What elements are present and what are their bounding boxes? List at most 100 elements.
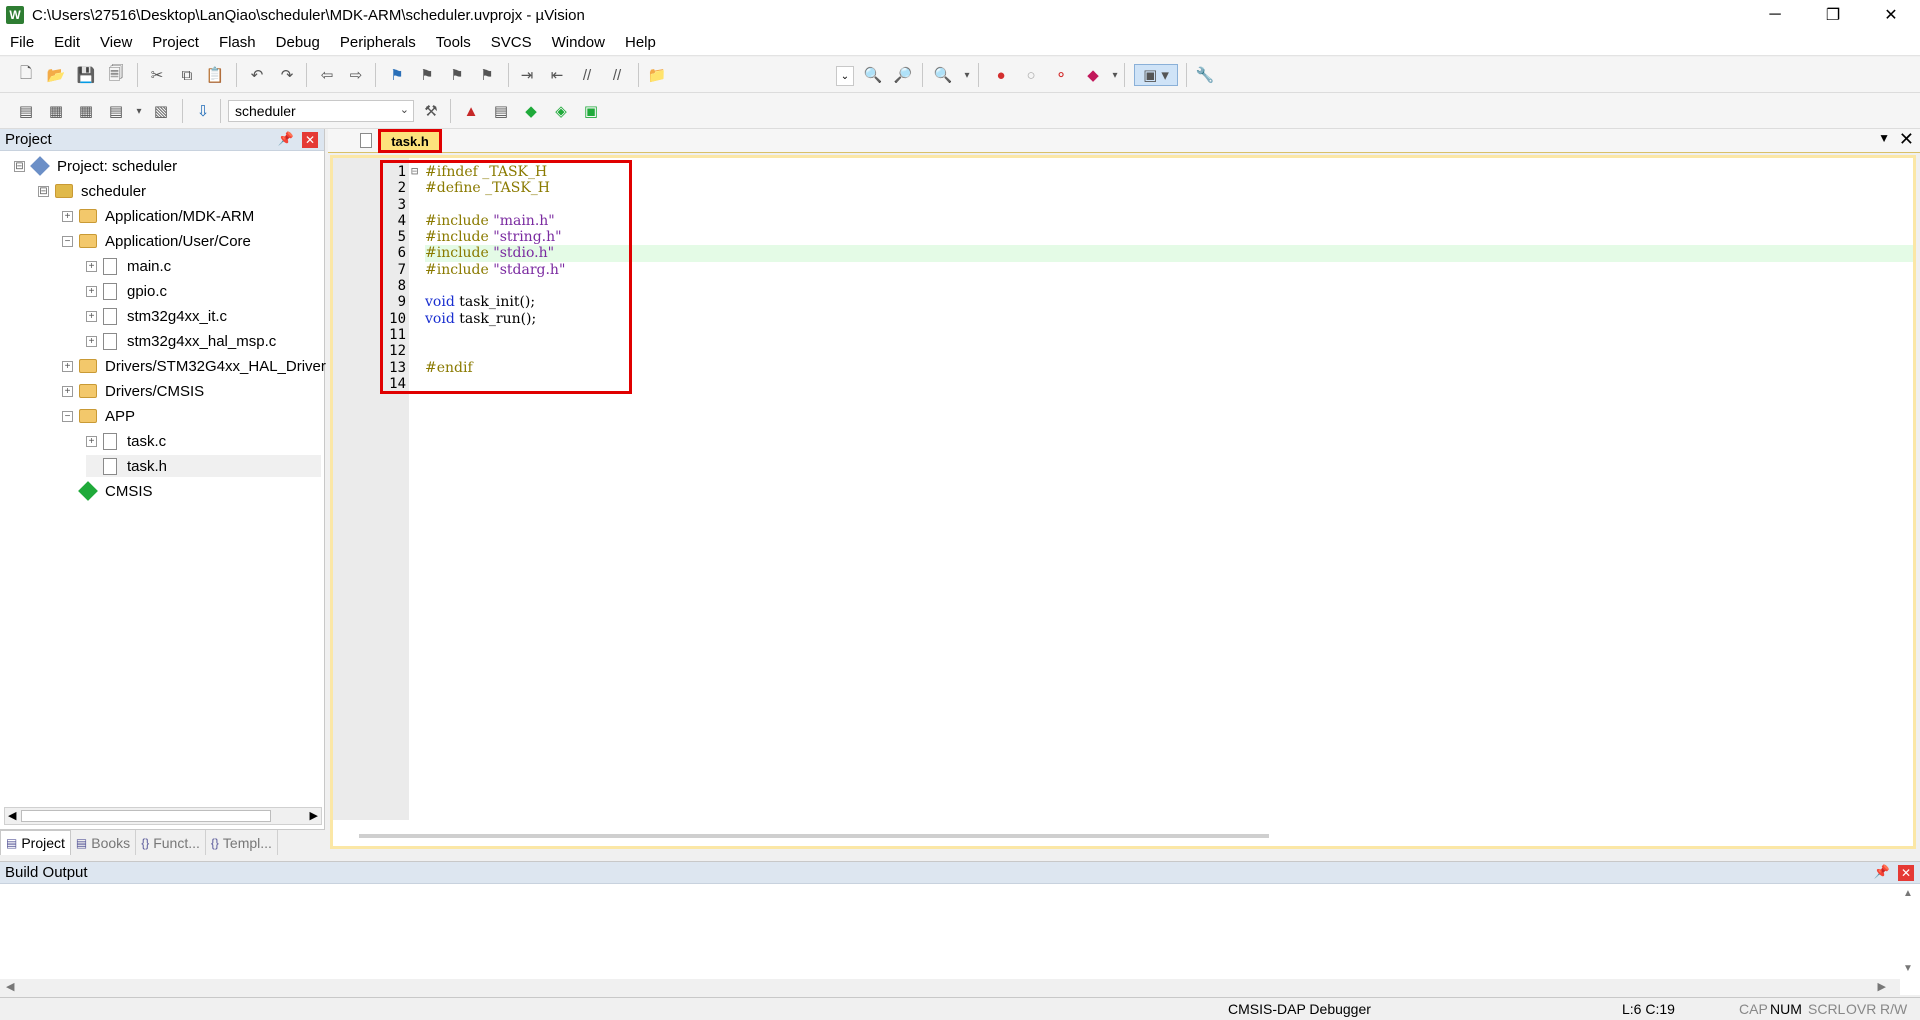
tree-item[interactable]: + Application/MDK-ARM — [62, 205, 254, 227]
scroll-left-icon[interactable]: ◀ — [6, 980, 14, 993]
code-line[interactable] — [425, 327, 1913, 343]
bookmark-icon[interactable]: ⚑ — [386, 64, 408, 86]
tree-item[interactable]: + main.c — [86, 255, 171, 277]
nav-back-icon[interactable]: ⇦ — [316, 64, 338, 86]
code-line[interactable]: #include "main.h" — [425, 213, 1913, 229]
breakpoint-icon[interactable]: ● — [990, 64, 1012, 86]
breakpoint-kill-icon[interactable]: ⚬ — [1050, 64, 1072, 86]
menu-item-view[interactable]: View — [90, 34, 142, 51]
fold-marker-icon[interactable]: ⊟ — [411, 164, 418, 178]
pack-installer-icon[interactable]: ◈ — [550, 100, 572, 122]
code-line[interactable] — [425, 376, 1913, 392]
find-combo-dropdown[interactable]: ⌄ — [836, 66, 854, 86]
tree-item[interactable]: + task.c — [86, 430, 166, 452]
code-line[interactable]: void task_run(); — [425, 311, 1913, 327]
code-line[interactable] — [425, 197, 1913, 213]
tab-books[interactable]: ▤ Books — [71, 830, 137, 855]
tree-item[interactable]: CMSIS — [62, 480, 153, 502]
find-icon[interactable]: 🔍 — [862, 64, 884, 86]
tree-item[interactable]: − Application/User/Core — [62, 230, 251, 252]
code-line[interactable] — [425, 343, 1913, 359]
pin-icon[interactable]: 📌 — [1874, 864, 1890, 880]
tree-expander-icon[interactable]: + — [86, 435, 97, 447]
comment-icon[interactable]: // — [576, 64, 598, 86]
scrollbar-thumb[interactable] — [21, 810, 271, 822]
tree-expander-icon[interactable]: + — [86, 335, 97, 347]
find-in-files-icon[interactable]: 📁 — [646, 64, 668, 86]
tab-templ[interactable]: {} Templ... — [206, 830, 278, 855]
pack-manager-icon[interactable]: ▣ — [580, 100, 602, 122]
menu-item-help[interactable]: Help — [615, 34, 666, 51]
tab-project[interactable]: ▤ Project — [0, 830, 71, 855]
maximize-button[interactable]: ❐ — [1804, 0, 1862, 30]
bookmark-prev-icon[interactable]: ⚑ — [416, 64, 438, 86]
breakpoint-options-icon[interactable]: ◆ — [1082, 64, 1104, 86]
download-icon[interactable]: ⇩ — [192, 100, 214, 122]
nav-forward-icon[interactable]: ⇨ — [345, 64, 367, 86]
tree-item[interactable]: + gpio.c — [86, 280, 167, 302]
close-tab-icon[interactable]: ✕ — [1899, 129, 1914, 150]
tree-item[interactable]: ⊟ Project: scheduler — [14, 155, 177, 177]
tree-expander-icon[interactable]: ⊟ — [38, 185, 49, 197]
pin-icon[interactable]: 📌 — [278, 131, 294, 147]
menu-item-svcs[interactable]: SVCS — [481, 34, 542, 51]
tree-expander-icon[interactable]: + — [86, 285, 97, 297]
open-file-icon[interactable]: 📂 — [45, 64, 67, 86]
menu-item-project[interactable]: Project — [142, 34, 209, 51]
indent-icon[interactable]: ⇥ — [516, 64, 538, 86]
code-line[interactable]: #include "stdarg.h" — [425, 262, 1913, 278]
bookmark-clear-icon[interactable]: ⚑ — [476, 64, 498, 86]
batch-build-icon[interactable]: ▤ — [105, 100, 127, 122]
build-output-hscrollbar[interactable]: ◀ ▶ — [0, 979, 1900, 995]
editor-tab-task-h[interactable]: task.h — [378, 129, 442, 153]
incremental-find-icon[interactable]: 🔎 — [892, 64, 914, 86]
tree-expander-icon[interactable]: + — [62, 210, 73, 222]
manage-rte-icon[interactable]: ▤ — [490, 100, 512, 122]
build-output-vscrollbar[interactable]: ▲ ▼ — [1900, 888, 1916, 974]
tree-item[interactable]: ⊟ scheduler — [38, 180, 146, 202]
tree-item[interactable]: + Drivers/CMSIS — [62, 380, 204, 402]
tree-item[interactable]: task.h — [86, 455, 321, 477]
scroll-right-icon[interactable]: ▶ — [1878, 980, 1886, 993]
tree-item[interactable]: + stm32g4xx_hal_msp.c — [86, 330, 276, 352]
minimize-button[interactable]: ─ — [1746, 0, 1804, 30]
select-packs-icon[interactable]: ◆ — [520, 100, 542, 122]
tree-item[interactable]: + Drivers/STM32G4xx_HAL_Driver — [62, 355, 326, 377]
menu-item-debug[interactable]: Debug — [266, 34, 330, 51]
tree-expander-icon[interactable]: + — [62, 360, 73, 372]
code-editor[interactable]: 1 2 3 4 5 6 7 8 9 10 11 12 13 14 ⊟ #ifndef _TASK_H #de… — [330, 155, 1916, 849]
code-line[interactable]: void task_init(); — [425, 294, 1913, 310]
scroll-right-icon[interactable]: ▶ — [310, 809, 318, 822]
close-icon[interactable]: ✕ — [302, 132, 318, 148]
copy-icon[interactable]: ⧉ — [176, 64, 198, 86]
tab-list-dropdown-icon[interactable]: ▼ — [1878, 131, 1890, 145]
redo-icon[interactable]: ↷ — [276, 64, 298, 86]
manage-components-icon[interactable]: ▲ — [460, 100, 482, 122]
menu-item-tools[interactable]: Tools — [426, 34, 481, 51]
tree-item[interactable]: + stm32g4xx_it.c — [86, 305, 227, 327]
code-line[interactable]: #include "string.h" — [425, 229, 1913, 245]
breakpoint-disable-icon[interactable]: ○ — [1020, 64, 1042, 86]
tree-expander-icon[interactable]: − — [62, 410, 73, 422]
tree-expander-icon[interactable]: + — [62, 385, 73, 397]
menu-item-peripherals[interactable]: Peripherals — [330, 34, 426, 51]
bookmark-next-icon[interactable]: ⚑ — [446, 64, 468, 86]
target-options-icon[interactable]: ⚒ — [420, 100, 442, 122]
batch-dropdown-icon[interactable]: ▾ — [128, 100, 150, 122]
cut-icon[interactable]: ✂ — [146, 64, 168, 86]
code-line[interactable]: #include "stdio.h" — [425, 245, 1913, 262]
target-select[interactable]: scheduler ⌄ — [228, 100, 414, 122]
code-line[interactable] — [425, 278, 1913, 294]
undo-icon[interactable]: ↶ — [246, 64, 268, 86]
breakpoint-dropdown-icon[interactable]: ▾ — [1104, 64, 1126, 86]
tree-expander-icon[interactable]: ⊟ — [14, 160, 25, 172]
stop-build-icon[interactable]: ▧ — [150, 100, 172, 122]
scroll-up-icon[interactable]: ▲ — [1903, 888, 1913, 899]
build-icon[interactable]: ▦ — [45, 100, 67, 122]
rebuild-icon[interactable]: ▦ — [75, 100, 97, 122]
debug-dropdown-icon[interactable]: ▾ — [956, 64, 978, 86]
code-line[interactable]: #ifndef _TASK_H — [425, 164, 1913, 180]
menu-item-flash[interactable]: Flash — [209, 34, 266, 51]
new-file-icon[interactable]: 🗋 — [15, 64, 37, 86]
editor-hscrollbar[interactable] — [359, 834, 1269, 838]
